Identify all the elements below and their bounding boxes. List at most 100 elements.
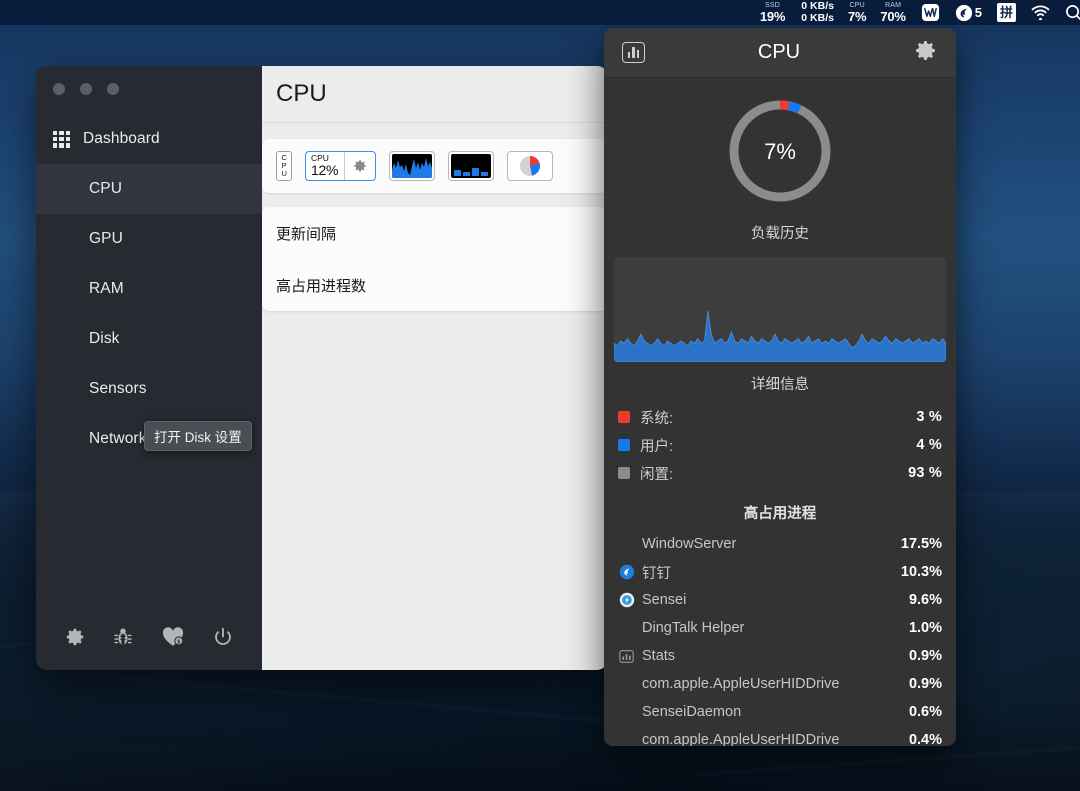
process-value: 0.9% <box>909 648 942 664</box>
process-value: 0.6% <box>909 704 942 720</box>
widget-mini-label[interactable]: C P U <box>276 151 292 181</box>
detail-label: 闲置: <box>640 463 908 484</box>
maximize-button[interactable] <box>107 83 119 95</box>
dingtalk-icon <box>618 564 635 581</box>
process-row[interactable]: WindowServer 17.5% <box>618 530 942 558</box>
detail-row-idle: 闲置: 93 % <box>618 459 942 487</box>
process-name: com.apple.AppleUserHIDDrive <box>642 676 909 692</box>
sensei-icon <box>618 592 635 609</box>
widget-pie-chart[interactable] <box>507 151 553 181</box>
sidebar-item-label: CPU <box>53 180 122 198</box>
menubar-network-upload: 0 KB/s <box>801 1 834 12</box>
sidebar-item-gpu[interactable]: GPU <box>36 214 262 264</box>
sidebar-item-dashboard[interactable]: Dashboard <box>36 114 262 164</box>
settings-sidebar: Dashboard CPU GPU RAM Disk Sensors Netwo… <box>36 66 262 670</box>
bug-icon[interactable] <box>113 626 133 653</box>
widget-value-selected[interactable]: CPU 12% <box>305 151 376 181</box>
power-icon[interactable] <box>212 626 234 653</box>
menubar-ssd-stat[interactable]: SSD 19% <box>760 2 785 23</box>
gear-icon[interactable] <box>64 626 86 653</box>
process-value: 17.5% <box>901 536 942 552</box>
detail-label: 系统: <box>640 407 916 428</box>
line-chart-icon <box>392 154 432 178</box>
menubar-ssd-value: 19% <box>760 10 785 23</box>
system-color-swatch <box>618 411 630 423</box>
wifi-icon[interactable] <box>1031 5 1050 20</box>
sidebar-item-disk[interactable]: Disk <box>36 314 262 364</box>
process-row[interactable]: Stats 0.9% <box>618 642 942 670</box>
stats-icon <box>618 648 635 665</box>
sidebar-footer-toolbar: $ <box>36 608 262 670</box>
sidebar-item-label: Disk <box>53 330 120 348</box>
detail-label: 用户: <box>640 435 916 456</box>
widget-selector-card: C P U CPU 12% <box>262 139 608 193</box>
spotlight-search-icon[interactable] <box>1065 4 1080 21</box>
pref-row-top-processes[interactable]: 高占用进程数 <box>262 259 608 311</box>
bar-chart-icon <box>451 154 491 178</box>
process-name: Sensei <box>642 592 909 608</box>
process-name: Stats <box>642 648 909 664</box>
sidebar-item-label: Dashboard <box>83 130 160 148</box>
load-history-chart <box>614 257 946 362</box>
processes-title: 高占用进程 <box>604 502 956 523</box>
process-value: 0.4% <box>909 732 942 746</box>
process-row[interactable]: 钉钉 10.3% <box>618 558 942 586</box>
detail-value: 3 % <box>916 409 942 425</box>
cpu-load-gauge: 7% <box>604 86 956 216</box>
content-title-bar: CPU <box>262 66 608 123</box>
chart-icon[interactable] <box>622 42 645 63</box>
sidebar-item-sensors[interactable]: Sensors <box>36 364 262 414</box>
widget-bar-chart[interactable] <box>448 151 494 181</box>
process-value: 9.6% <box>909 592 942 608</box>
pinyin-input-label: 拼 <box>997 3 1016 22</box>
menubar-cpu-stat[interactable]: CPU 7% <box>848 2 866 23</box>
page-title: CPU <box>276 80 327 108</box>
process-value: 1.0% <box>909 620 942 636</box>
process-row[interactable]: com.apple.AppleUserHIDDrive 0.9% <box>618 670 942 698</box>
menubar-network-stat[interactable]: 0 KB/s 0 KB/s <box>801 1 834 23</box>
w-logo-icon[interactable] <box>921 3 940 22</box>
heart-dollar-icon[interactable]: $ <box>161 626 185 653</box>
widget-gear-icon[interactable] <box>345 158 375 174</box>
close-button[interactable] <box>53 83 65 95</box>
gauge-value: 7% <box>764 139 796 164</box>
dingtalk-icon[interactable]: 5 <box>955 4 982 22</box>
sidebar-item-label: RAM <box>53 280 124 298</box>
pinyin-input-icon[interactable]: 拼 <box>997 3 1016 22</box>
settings-content-pane: CPU C P U CPU 12% <box>262 66 608 670</box>
gauge-label: 负载历史 <box>604 222 956 243</box>
widget-row: C P U CPU 12% <box>262 139 608 193</box>
menubar-ram-stat[interactable]: RAM 70% <box>880 2 905 23</box>
process-row[interactable]: Sensei 9.6% <box>618 586 942 614</box>
gear-icon[interactable] <box>913 38 938 68</box>
pref-row-update-interval[interactable]: 更新间隔 <box>262 207 608 259</box>
process-row[interactable]: SenseiDaemon 0.6% <box>618 698 942 726</box>
window-traffic-lights <box>36 66 262 112</box>
dingtalk-badge-count: 5 <box>975 5 982 20</box>
process-name: 钉钉 <box>642 562 901 583</box>
menubar-network-download: 0 KB/s <box>801 13 834 24</box>
user-color-swatch <box>618 439 630 451</box>
detail-value: 4 % <box>916 437 942 453</box>
process-name: WindowServer <box>642 536 901 552</box>
menubar-ram-value: 70% <box>880 10 905 23</box>
grid-icon <box>53 131 70 148</box>
menubar-cpu-label: CPU <box>849 2 864 9</box>
process-row[interactable]: com.apple.AppleUserHIDDrive 0.4% <box>618 726 942 746</box>
sidebar-item-ram[interactable]: RAM <box>36 264 262 314</box>
menubar-cpu-value: 7% <box>848 10 866 23</box>
preferences-card: 更新间隔 高占用进程数 <box>262 207 608 311</box>
load-history-area <box>614 257 946 362</box>
detail-value: 93 % <box>908 465 942 481</box>
pref-label: 高占用进程数 <box>276 275 366 296</box>
processes-list: WindowServer 17.5% 钉钉 10.3% Sensei 9.6% … <box>604 530 956 746</box>
process-value: 0.9% <box>909 676 942 692</box>
widget-line-chart[interactable] <box>389 151 435 181</box>
sidebar-item-cpu[interactable]: CPU <box>36 164 262 214</box>
process-name: com.apple.AppleUserHIDDrive <box>642 732 909 746</box>
minimize-button[interactable] <box>80 83 92 95</box>
gauge-donut: 7% <box>725 96 835 206</box>
menubar-ram-label: RAM <box>885 2 901 9</box>
details-list: 系统: 3 % 用户: 4 % 闲置: 93 % <box>604 403 956 487</box>
process-row[interactable]: DingTalk Helper 1.0% <box>618 614 942 642</box>
